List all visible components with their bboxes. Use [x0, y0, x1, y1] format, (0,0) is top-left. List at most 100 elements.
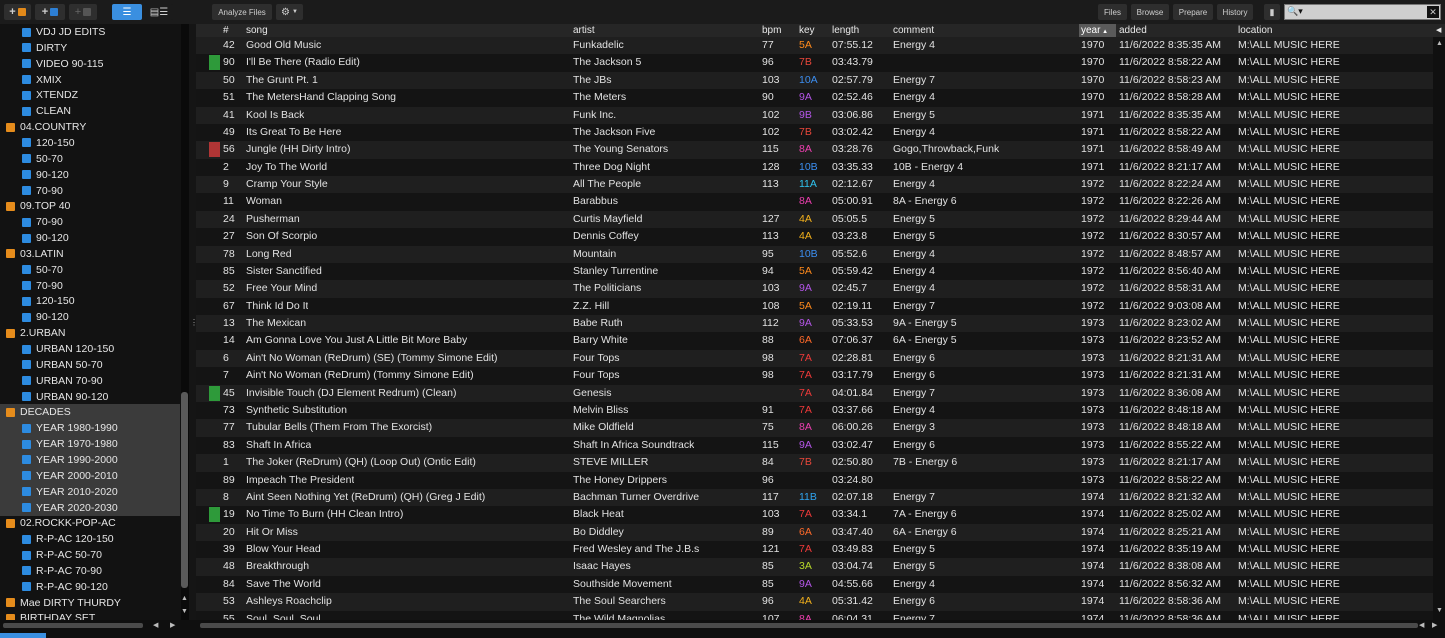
- sidebar-item[interactable]: URBAN 90-120: [0, 389, 180, 405]
- sidebar-item[interactable]: 70-90: [0, 214, 180, 230]
- add-filter-button[interactable]: +: [69, 4, 97, 20]
- table-row[interactable]: 83 Shaft In Africa Shaft In Africa Soundtr…: [196, 436, 1433, 455]
- sidebar-item[interactable]: 50-70: [0, 262, 180, 278]
- sidebar-item[interactable]: 90-120: [0, 167, 180, 183]
- scroll-down-icon[interactable]: ▼: [1436, 607, 1443, 614]
- column-header-key[interactable]: key: [799, 24, 815, 37]
- table-row[interactable]: 48 Breakthrough Isaac Hayes 85 3A 03:04.74 Ene…: [196, 558, 1433, 576]
- sidebar-item[interactable]: 09.TOP 40: [0, 198, 180, 214]
- table-row[interactable]: 39 Blow Your Head Fred Wesley and The J.B.…: [196, 541, 1433, 559]
- sidebar-item[interactable]: YEAR 2000-2010: [0, 467, 180, 484]
- sidebar-item[interactable]: 04.COUNTRY: [0, 119, 180, 135]
- table-row[interactable]: 24 Pusherman Curtis Mayfield 127 4A 05:05.5 En…: [196, 210, 1433, 229]
- clear-search-icon[interactable]: ✕: [1427, 6, 1439, 18]
- sidebar-item[interactable]: 50-70: [0, 151, 180, 167]
- table-row[interactable]: 67 Think Id Do It Z.Z. Hill 108 5A 02:19.11 En…: [196, 297, 1433, 316]
- sidebar-item[interactable]: 90-120: [0, 230, 180, 246]
- column-header-length[interactable]: length: [832, 24, 859, 37]
- table-row[interactable]: 41 Kool Is Back Funk Inc. 102 9B 03:06.86 Ener…: [196, 106, 1433, 124]
- sidebar-hscroll-thumb[interactable]: [3, 623, 143, 628]
- sidebar-item[interactable]: 120-150: [0, 293, 180, 309]
- table-row[interactable]: 89 Impeach The President The Honey Dripper…: [196, 471, 1433, 489]
- table-row[interactable]: 85 Sister Sanctified Stanley Turrentine 94 5…: [196, 262, 1433, 281]
- add-virtual-folder-button[interactable]: +: [35, 4, 65, 20]
- scroll-right-icon[interactable]: ▶: [1432, 621, 1437, 629]
- sidebar-item[interactable]: R-P-AC 90-120: [0, 579, 180, 595]
- scroll-up-icon[interactable]: ▲: [181, 595, 188, 602]
- files-button[interactable]: Files: [1098, 4, 1127, 20]
- sidebar-item[interactable]: 90-120: [0, 309, 180, 325]
- table-row[interactable]: 19 No Time To Burn (HH Clean Intro) Black …: [196, 506, 1433, 524]
- browse-button[interactable]: Browse: [1131, 4, 1169, 20]
- table-row[interactable]: 78 Long Red Mountain 95 10B 05:52.6 Energy 4 19…: [196, 245, 1433, 263]
- sidebar-item[interactable]: R-P-AC 50-70: [0, 547, 180, 563]
- column-menu-icon[interactable]: ◀: [1436, 24, 1441, 37]
- sidebar-item[interactable]: YEAR 2020-2030: [0, 499, 180, 516]
- table-row[interactable]: 1 The Joker (ReDrum) (QH) (Loop Out) (Ont…: [196, 454, 1433, 472]
- column-header-comment[interactable]: comment: [893, 24, 934, 37]
- table-row[interactable]: 7 Ain't No Woman (ReDrum) (Tommy Simone E…: [196, 367, 1433, 385]
- scroll-left-icon[interactable]: ◀: [153, 621, 158, 629]
- sidebar-item[interactable]: YEAR 1980-1990: [0, 420, 180, 437]
- column-header-num[interactable]: #: [223, 24, 229, 37]
- sidebar-item[interactable]: YEAR 1970-1980: [0, 436, 180, 453]
- prepare-button[interactable]: Prepare: [1173, 4, 1213, 20]
- table-row[interactable]: 73 Synthetic Substitution Melvin Bliss 91 7A…: [196, 401, 1433, 420]
- sidebar-item[interactable]: VDJ JD EDITS: [0, 24, 180, 40]
- column-header-bpm[interactable]: bpm: [762, 24, 781, 37]
- table-row[interactable]: 55 Soul, Soul, Soul The Wild Magnolias 107 8…: [196, 610, 1433, 620]
- sidebar-item[interactable]: URBAN 70-90: [0, 373, 180, 389]
- detail-view-button[interactable]: ▤☰: [145, 4, 173, 20]
- panel-splitter[interactable]: ⋮: [189, 24, 198, 638]
- sidebar-item[interactable]: 03.LATIN: [0, 246, 180, 262]
- table-row[interactable]: 8 Aint Seen Nothing Yet (ReDrum) (QH) (Gr…: [196, 488, 1433, 507]
- column-header-added[interactable]: added: [1119, 24, 1147, 37]
- sidebar-item[interactable]: DIRTY: [0, 40, 180, 56]
- search-box[interactable]: 🔍▾ ✕: [1284, 4, 1441, 20]
- table-row[interactable]: 13 The Mexican Babe Ruth 112 9A 05:33.53 9A - …: [196, 315, 1433, 333]
- table-row[interactable]: 42 Good Old Music Funkadelic 77 5A 07:55.12 En…: [196, 37, 1433, 55]
- column-header-year[interactable]: year ▲: [1079, 24, 1116, 37]
- sidebar-item[interactable]: Mae DIRTY THURDY: [0, 595, 180, 611]
- sidebar-item[interactable]: VIDEO 90-115: [0, 56, 180, 72]
- table-row[interactable]: 45 Invisible Touch (DJ Element Redrum) (C…: [196, 384, 1433, 402]
- sidebar-scrollbar-thumb[interactable]: [181, 392, 188, 588]
- sidebar-item[interactable]: XTENDZ: [0, 87, 180, 103]
- sidebar-item[interactable]: CLEAN: [0, 103, 180, 119]
- sidebar-item[interactable]: 70-90: [0, 278, 180, 294]
- sidebar-item[interactable]: BIRTHDAY SET: [0, 610, 180, 620]
- column-header-song[interactable]: song: [246, 24, 268, 37]
- list-view-button[interactable]: ☰: [112, 4, 142, 20]
- sidebar-item[interactable]: XMIX: [0, 72, 180, 88]
- scroll-right-icon[interactable]: ▶: [170, 621, 175, 629]
- sidebar-item[interactable]: R-P-AC 70-90: [0, 563, 180, 579]
- table-row[interactable]: 9 Cramp Your Style All The People 113 11A 02:…: [196, 176, 1433, 194]
- sidebar-item[interactable]: R-P-AC 120-150: [0, 531, 180, 547]
- analyze-files-button[interactable]: Analyze Files: [212, 4, 272, 20]
- scroll-up-icon[interactable]: ▲: [1436, 40, 1443, 47]
- table-row[interactable]: 49 Its Great To Be Here The Jackson Five 10…: [196, 123, 1433, 142]
- table-row[interactable]: 27 Son Of Scorpio Dennis Coffey 113 4A 03:23.…: [196, 228, 1433, 246]
- table-row[interactable]: 14 Am Gonna Love You Just A Little Bit Mo…: [196, 332, 1433, 350]
- table-row[interactable]: 56 Jungle (HH Dirty Intro) The Young Senat…: [196, 141, 1433, 159]
- sidebar-item[interactable]: URBAN 50-70: [0, 357, 180, 373]
- sidebar-item[interactable]: 2.URBAN: [0, 325, 180, 341]
- sidebar-item[interactable]: YEAR 1990-2000: [0, 451, 180, 468]
- table-row[interactable]: 84 Save The World Southside Movement 85 9A 04…: [196, 575, 1433, 594]
- sidebar-item[interactable]: DECADES: [0, 404, 180, 421]
- scroll-down-icon[interactable]: ▼: [181, 608, 188, 615]
- table-row[interactable]: 77 Tubular Bells (Them From The Exorcist)…: [196, 419, 1433, 437]
- table-row[interactable]: 20 Hit Or Miss Bo Diddley 89 6A 03:47.40 6A - …: [196, 523, 1433, 542]
- scroll-left-icon[interactable]: ◀: [1419, 621, 1424, 629]
- column-header-location[interactable]: location: [1238, 24, 1272, 37]
- sidebar-item[interactable]: YEAR 2010-2020: [0, 483, 180, 500]
- bottom-tab[interactable]: [0, 633, 46, 638]
- table-row[interactable]: 51 The MetersHand Clapping Song The Meters…: [196, 89, 1433, 107]
- table-row[interactable]: 52 Free Your Mind The Politicians 103 9A 02:4…: [196, 280, 1433, 298]
- sidebar-item[interactable]: 70-90: [0, 183, 180, 199]
- table-row[interactable]: 11 Woman Barabbus 8A 05:00.91 8A - Energy 6 19…: [196, 193, 1433, 211]
- sidebar-item[interactable]: 02.ROCKK-POP-AC: [0, 515, 180, 531]
- sidebar-item[interactable]: URBAN 120-150: [0, 341, 180, 357]
- table-row[interactable]: 2 Joy To The World Three Dog Night 128 10B 03…: [196, 158, 1433, 177]
- table-row[interactable]: 53 Ashleys Roachclip The Soul Searchers 96 4…: [196, 593, 1433, 611]
